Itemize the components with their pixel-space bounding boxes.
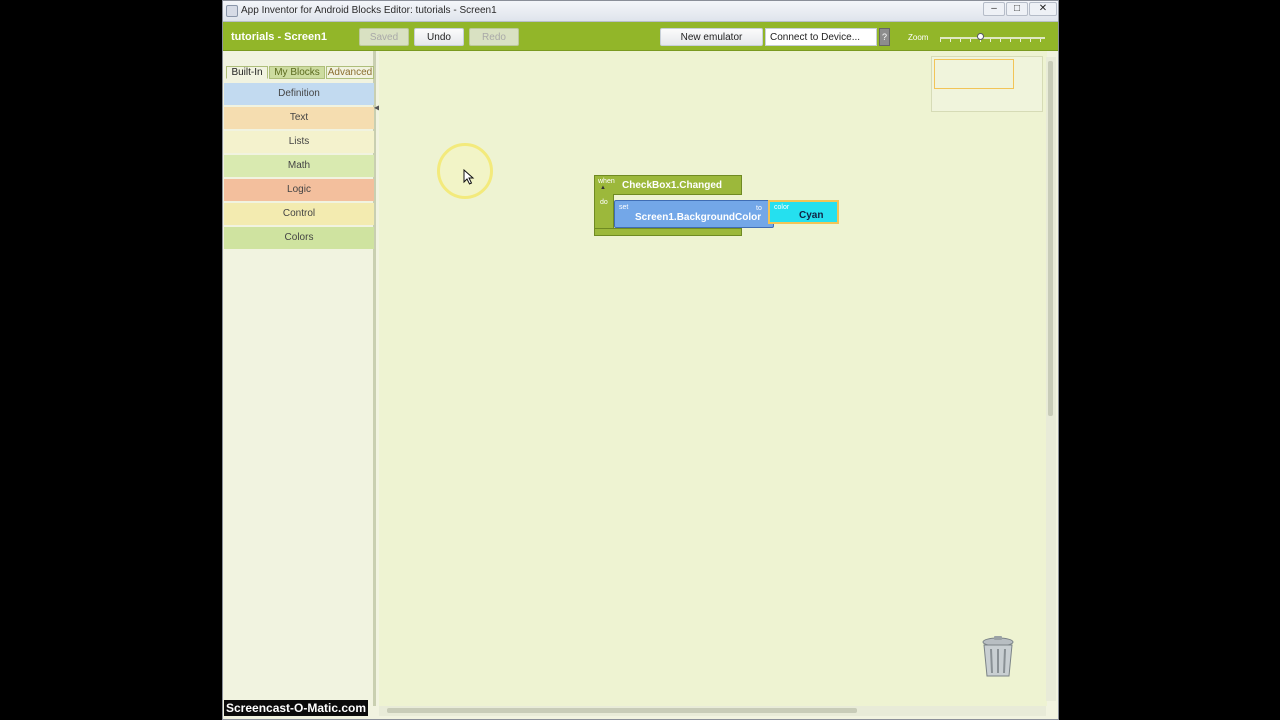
set-label: set: [619, 204, 629, 211]
zoom-slider-thumb[interactable]: [977, 33, 984, 40]
palette-tabs: Built-In My Blocks Advanced: [226, 66, 374, 80]
watermark: Screencast-O-Matic.com: [224, 700, 369, 716]
minimap-viewport[interactable]: [934, 59, 1014, 89]
zoom-label: Zoom: [908, 33, 929, 42]
category-logic[interactable]: Logic: [224, 179, 374, 201]
block-palette: Built-In My Blocks Advanced ◀ Definition…: [223, 51, 380, 706]
tab-my-blocks[interactable]: My Blocks: [269, 66, 325, 79]
tab-advanced[interactable]: Advanced: [326, 66, 374, 79]
property-name: Screen1.BackgroundColor: [635, 212, 762, 223]
project-title: tutorials - Screen1: [231, 31, 327, 43]
help-button[interactable]: ?: [879, 28, 890, 46]
maximize-button[interactable]: □: [1006, 2, 1028, 16]
do-label: do: [600, 199, 608, 206]
undo-button[interactable]: Undo: [414, 28, 464, 46]
cursor-icon: [463, 169, 475, 185]
color-value: Cyan: [799, 210, 824, 221]
title-bar: App Inventor for Android Blocks Editor: …: [223, 1, 1058, 22]
redo-button[interactable]: Redo: [469, 28, 519, 46]
vertical-scroll-thumb[interactable]: [1048, 61, 1053, 416]
trash-icon[interactable]: [980, 635, 1016, 679]
horizontal-scrollbar[interactable]: [379, 706, 1046, 716]
collapse-triangle-icon[interactable]: ▲: [600, 185, 606, 191]
category-control[interactable]: Control: [224, 203, 374, 225]
event-name: CheckBox1.Changed: [622, 180, 723, 191]
close-button[interactable]: ✕: [1029, 2, 1057, 16]
category-math[interactable]: Math: [224, 155, 374, 177]
toolbar: tutorials - Screen1 Saved Undo Redo New …: [223, 22, 1058, 51]
category-lists[interactable]: Lists: [224, 131, 374, 153]
to-label: to: [756, 205, 762, 212]
saved-button[interactable]: Saved: [359, 28, 409, 46]
set-background-color-block[interactable]: set Screen1.BackgroundColor to: [614, 200, 774, 228]
cyan-color-block[interactable]: color Cyan: [768, 200, 839, 224]
color-label: color: [774, 204, 790, 211]
vertical-scrollbar[interactable]: [1046, 57, 1056, 701]
category-text[interactable]: Text: [224, 107, 374, 129]
java-icon: [226, 5, 238, 17]
window-title: App Inventor for Android Blocks Editor: …: [241, 5, 497, 16]
blocks-editor-window: App Inventor for Android Blocks Editor: …: [222, 0, 1059, 720]
zoom-slider-ticks: [940, 39, 1045, 42]
event-block-footer: [594, 228, 742, 236]
tab-built-in[interactable]: Built-In: [226, 66, 268, 79]
minimize-button[interactable]: –: [983, 2, 1005, 16]
horizontal-scroll-thumb[interactable]: [387, 708, 857, 713]
category-definition[interactable]: Definition: [224, 83, 374, 105]
when-label: when: [598, 178, 615, 185]
category-colors[interactable]: Colors: [224, 227, 374, 249]
workspace-minimap[interactable]: [931, 56, 1043, 112]
new-emulator-button[interactable]: New emulator: [660, 28, 763, 46]
connect-to-device-dropdown[interactable]: Connect to Device...: [765, 28, 877, 46]
